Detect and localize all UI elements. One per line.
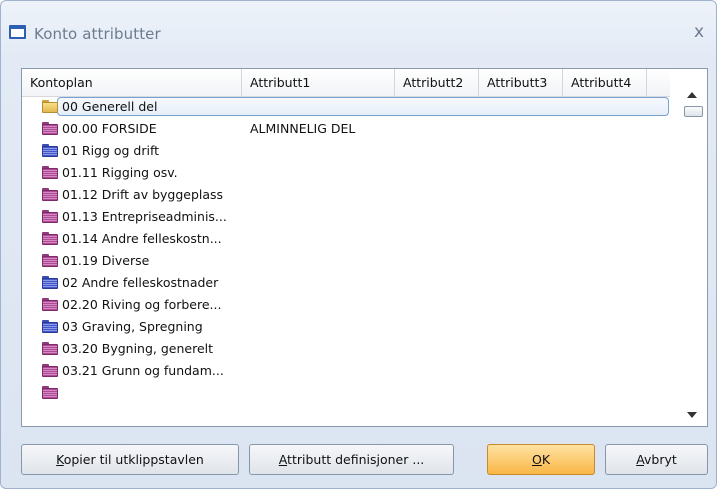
cell-attributt1 — [250, 316, 395, 338]
column-header-attributt4[interactable]: Attributt4 — [563, 69, 647, 96]
cell-attributt1 — [250, 360, 395, 382]
cell-attributt1 — [250, 272, 395, 294]
ok-button-mnemonic: O — [531, 452, 542, 467]
column-header-attributt1[interactable]: Attributt1 — [242, 69, 395, 96]
folder-icon — [42, 100, 58, 113]
copy-button-mnemonic: K — [56, 452, 64, 467]
window-title: Konto attributter — [34, 25, 161, 43]
cell-kontoplan: 03 Graving, Spregning — [62, 319, 203, 334]
table-row[interactable]: 01.19 Diverse — [22, 250, 676, 272]
table-row[interactable]: 02.20 Riving og forbere... — [22, 294, 676, 316]
cell-kontoplan: 01.12 Drift av byggeplass — [62, 187, 224, 202]
folder-icon — [42, 166, 58, 179]
cancel-button-label: vbryt — [644, 452, 677, 467]
folder-icon — [42, 364, 58, 377]
cell-kontoplan: 02 Andre felleskostnader — [62, 275, 219, 290]
cell-kontoplan: 00.00 FORSIDE — [62, 121, 157, 136]
cell-attributt1 — [250, 162, 395, 184]
copy-to-clipboard-button[interactable]: Kopier til utklippstavlen — [21, 444, 239, 475]
column-header-kontoplan[interactable]: Kontoplan — [22, 69, 242, 96]
attr-def-button-label: ttributt definisjoner ... — [287, 452, 425, 467]
scroll-thumb[interactable] — [684, 106, 703, 117]
table-row[interactable]: 01.14 Andre felleskostn... — [22, 228, 676, 250]
cell-kontoplan: 01.19 Diverse — [62, 253, 150, 268]
folder-icon — [42, 342, 58, 355]
folder-icon — [42, 276, 58, 289]
cell-kontoplan: 02.20 Riving og forbere... — [62, 297, 222, 312]
attr-def-button-mnemonic: A — [278, 452, 288, 467]
folder-icon — [42, 232, 58, 245]
column-header-attributt2[interactable]: Attributt2 — [395, 69, 479, 96]
cell-kontoplan: 03.21 Grunn og fundam... — [62, 363, 224, 378]
table-row[interactable]: 03 Graving, Spregning — [22, 316, 676, 338]
cell-attributt1 — [250, 184, 395, 206]
ok-button[interactable]: OK — [487, 444, 595, 475]
cell-kontoplan: 00 Generell del — [62, 99, 158, 114]
folder-icon — [42, 188, 58, 201]
konto-attributter-dialog: Konto attributter x Kontoplan Attributt1… — [0, 0, 717, 489]
cell-attributt1 — [250, 206, 395, 228]
table-row[interactable]: 01.11 Rigging osv. — [22, 162, 676, 184]
cell-kontoplan: 03.20 Bygning, generelt — [62, 341, 214, 356]
list-header: Kontoplan Attributt1 Attributt2 Attribut… — [22, 69, 670, 97]
folder-icon — [42, 298, 58, 311]
folder-icon — [42, 254, 58, 267]
cell-kontoplan: 01.11 Rigging osv. — [62, 165, 178, 180]
cell-attributt1 — [250, 294, 395, 316]
folder-icon — [42, 386, 58, 399]
cell-attributt1: ALMINNELIG DEL — [250, 121, 356, 136]
attribute-definitions-button[interactable]: Attributt definisjoner ... — [249, 444, 454, 475]
table-row[interactable]: 00 Generell del — [22, 96, 676, 118]
copy-button-label: opier til utklippstavlen — [63, 452, 204, 467]
column-header-attributt3[interactable]: Attributt3 — [479, 69, 563, 96]
folder-icon — [42, 122, 58, 135]
cell-kontoplan: 01.13 Entrepriseadminis... — [62, 209, 227, 224]
cell-attributt1 — [250, 228, 395, 250]
table-row[interactable]: 02 Andre felleskostnader — [22, 272, 676, 294]
cell-attributt1 — [250, 382, 395, 404]
folder-icon — [42, 320, 58, 333]
scroll-up-arrow-icon[interactable] — [687, 92, 697, 98]
cell-attributt1 — [250, 338, 395, 360]
table-row[interactable]: 01.12 Drift av byggeplass — [22, 184, 676, 206]
cell-kontoplan — [62, 382, 240, 404]
cancel-button[interactable]: Avbryt — [605, 444, 708, 475]
cell-attributt1 — [250, 250, 395, 272]
cell-kontoplan: 01 Rigg og drift — [62, 143, 160, 158]
cancel-button-mnemonic: A — [636, 452, 645, 467]
list-rows: 00 Generell del 00.00 FORSIDE ALMINNELIG D… — [22, 96, 676, 426]
folder-icon — [42, 210, 58, 223]
close-button[interactable]: x — [688, 21, 710, 43]
cell-attributt1 — [250, 140, 395, 162]
account-attribute-list[interactable]: Kontoplan Attributt1 Attributt2 Attribut… — [21, 68, 708, 427]
vertical-scrollbar[interactable] — [676, 69, 707, 426]
window-icon — [9, 25, 26, 39]
cell-kontoplan: 01.14 Andre felleskostn... — [62, 231, 222, 246]
table-row[interactable] — [22, 382, 676, 404]
table-row[interactable]: 00.00 FORSIDE ALMINNELIG DEL — [22, 118, 676, 140]
scroll-down-arrow-icon[interactable] — [687, 412, 697, 418]
title-bar: Konto attributter x — [1, 1, 716, 43]
table-row[interactable]: 03.21 Grunn og fundam... — [22, 360, 676, 382]
table-row[interactable]: 03.20 Bygning, generelt — [22, 338, 676, 360]
folder-icon — [42, 144, 58, 157]
ok-button-label: K — [541, 452, 551, 467]
table-row[interactable]: 01 Rigg og drift — [22, 140, 676, 162]
table-row[interactable]: 01.13 Entrepriseadminis... — [22, 206, 676, 228]
cell-attributt1 — [250, 96, 395, 118]
